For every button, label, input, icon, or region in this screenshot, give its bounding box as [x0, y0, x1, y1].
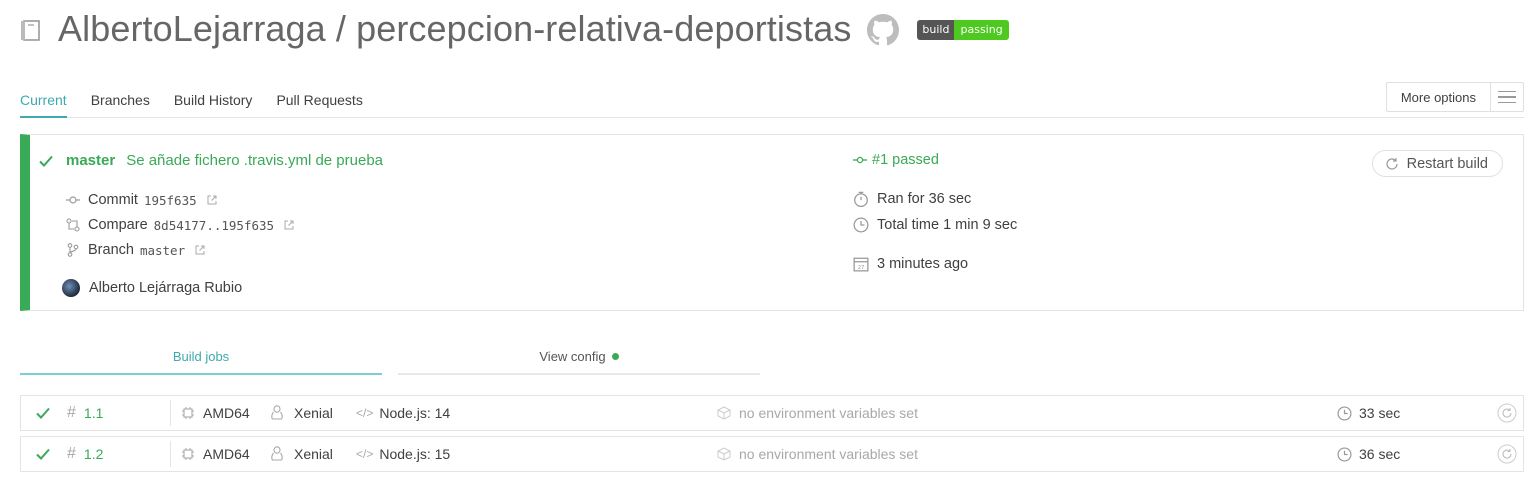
repo-header: AlbertoLejarraga / percepcion-relativa-d…: [20, 6, 1009, 52]
external-link-icon[interactable]: [195, 245, 205, 255]
job-env: no environment variables set: [739, 446, 918, 462]
linux-icon: [271, 446, 283, 461]
divider: [170, 441, 171, 467]
check-icon: [39, 155, 53, 167]
external-link-icon[interactable]: [284, 220, 294, 230]
restart-job-icon[interactable]: [1497, 403, 1517, 423]
divider: [170, 400, 171, 426]
tab-branches[interactable]: Branches: [91, 86, 150, 118]
clock-icon: [1337, 405, 1352, 421]
config-status-dot: [611, 353, 619, 360]
job-row[interactable]: #1.1 AMD64 Xenial </> Node.js: 14 no env…: [20, 395, 1524, 431]
commit-label: Commit: [88, 192, 138, 208]
more-options-label: More options: [1387, 83, 1491, 111]
badge-label: build: [917, 20, 955, 40]
badge-status: passing: [954, 20, 1009, 40]
job-env: no environment variables set: [739, 405, 918, 421]
commit-sha-link[interactable]: 195f635: [144, 193, 197, 208]
job-duration: 33 sec: [1359, 405, 1401, 421]
code-icon: </>: [356, 447, 374, 461]
author-name: Alberto Lejárraga Rubio: [89, 280, 243, 296]
restart-job-icon[interactable]: [1497, 444, 1517, 464]
build-summary: master Se añade fichero .travis.yml de p…: [20, 134, 1524, 311]
github-icon[interactable]: [867, 14, 900, 46]
finished-time: 3 minutes ago: [877, 256, 969, 272]
job-arch: AMD64: [203, 446, 250, 462]
hash-icon: #: [67, 445, 76, 462]
total-time: Total time 1 min 9 sec: [877, 217, 1018, 233]
job-duration: 36 sec: [1359, 446, 1401, 462]
more-options-button[interactable]: More options: [1385, 82, 1524, 112]
cpu-icon: [182, 448, 194, 460]
check-icon: [36, 448, 50, 460]
box-icon: [717, 406, 731, 420]
svg-text:27: 27: [858, 265, 865, 271]
check-icon: [36, 407, 50, 419]
clock-icon: [1337, 446, 1352, 462]
compare-label: Compare: [88, 217, 148, 233]
repo-title: AlbertoLejarraga / percepcion-relativa-d…: [58, 8, 852, 49]
ran-for: Ran for 36 sec: [877, 191, 972, 207]
jobs-tabs: Build jobs View config: [20, 344, 762, 376]
commit-status-icon: [853, 156, 867, 164]
restart-icon: [1386, 157, 1398, 170]
tab-view-config-label: View config: [539, 349, 606, 364]
job-row[interactable]: #1.2 AMD64 Xenial </> Node.js: 15 no env…: [20, 436, 1524, 472]
compare-icon: [66, 218, 80, 232]
external-link-icon[interactable]: [207, 195, 217, 205]
job-language: Node.js: 14: [379, 405, 451, 421]
tab-build-history[interactable]: Build History: [174, 86, 253, 118]
job-os: Xenial: [294, 405, 333, 421]
tab-build-jobs[interactable]: Build jobs: [20, 344, 382, 375]
branch-label: Branch: [88, 242, 134, 258]
branch-icon: [67, 243, 79, 257]
linux-icon: [271, 405, 283, 420]
tab-build-jobs-label: Build jobs: [172, 349, 230, 364]
repo-tabs: Current Branches Build History Pull Requ…: [20, 82, 1524, 118]
repo-icon: [21, 20, 40, 41]
branch-name-link[interactable]: master: [66, 152, 115, 169]
hash-icon: #: [67, 404, 76, 421]
tab-view-config[interactable]: View config: [398, 344, 760, 375]
commit-message: Se añade fichero .travis.yml de prueba: [126, 152, 384, 169]
calendar-icon: 27: [853, 257, 869, 272]
code-icon: </>: [356, 406, 374, 420]
clock-icon: [853, 217, 869, 233]
build-number-status[interactable]: #1 passed: [872, 152, 939, 168]
compare-range-link[interactable]: 8d54177..195f635: [154, 218, 274, 233]
commit-icon: [66, 196, 80, 204]
box-icon: [717, 447, 731, 461]
job-number[interactable]: 1.2: [84, 446, 103, 462]
restart-build-label: Restart build: [1406, 155, 1488, 172]
avatar: [62, 279, 80, 297]
tab-pull-requests[interactable]: Pull Requests: [276, 86, 362, 118]
cpu-icon: [182, 407, 194, 419]
branch-value-link[interactable]: master: [140, 243, 185, 258]
restart-build-button[interactable]: Restart build: [1371, 150, 1503, 177]
build-status-badge[interactable]: build passing: [917, 20, 1009, 40]
job-number[interactable]: 1.1: [84, 405, 103, 421]
job-os: Xenial: [294, 446, 333, 462]
stopwatch-icon: [854, 191, 868, 207]
menu-icon: [1491, 83, 1523, 111]
job-language: Node.js: 15: [379, 446, 451, 462]
tab-current[interactable]: Current: [20, 86, 67, 118]
job-arch: AMD64: [203, 405, 250, 421]
